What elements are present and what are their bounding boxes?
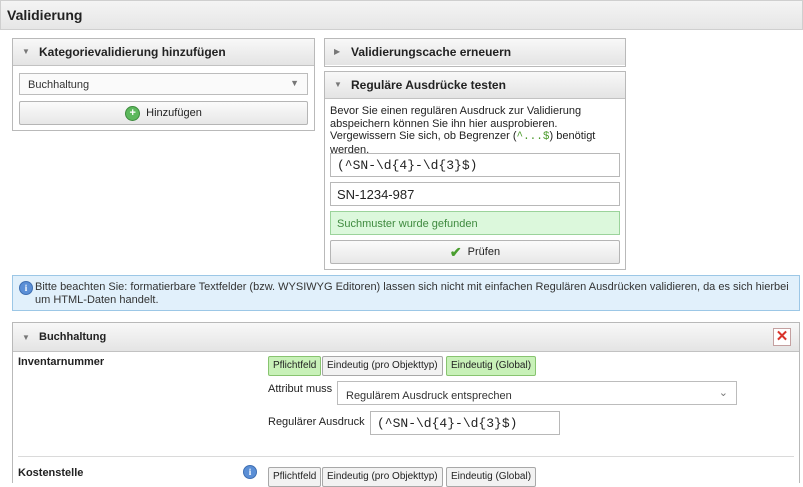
cache-renew-panel-title: Validierungscache erneuern xyxy=(351,45,512,59)
triangle-right-icon: ▶ xyxy=(334,47,341,56)
add-category-button-label: Hinzufügen xyxy=(146,107,202,119)
regex-result-text: Suchmuster wurde gefunden xyxy=(337,218,478,230)
field-name: Kostenstelle xyxy=(18,467,84,479)
unique-per-type-toggle[interactable]: Eindeutig (pro Objekttyp) xyxy=(322,467,443,487)
regex-test-panel: ▼ Reguläre Ausdrücke testen Bevor Sie ei… xyxy=(324,71,626,270)
page-header: Validierung xyxy=(0,0,803,30)
close-icon[interactable]: ✕ xyxy=(773,328,791,346)
cache-renew-panel: ▶ Validierungscache erneuern xyxy=(324,38,626,67)
notice-text: Bitte beachten Sie: formatierbare Textfe… xyxy=(35,281,789,306)
page-title: Validierung xyxy=(7,7,83,23)
attribute-must-label: Attribut muss xyxy=(268,383,333,395)
field-regex-value: (^SN-\d{4}-\d{3}$) xyxy=(377,416,518,431)
check-button[interactable]: ✔ Prüfen xyxy=(330,240,620,264)
mandatory-toggle[interactable]: Pflichtfeld xyxy=(268,467,322,487)
check-icon: ✔ xyxy=(449,243,462,260)
regex-test-panel-header[interactable]: ▼ Reguläre Ausdrücke testen xyxy=(325,72,625,99)
regex-test-string-value: SN-1234-987 xyxy=(337,187,415,202)
triangle-down-icon: ▼ xyxy=(22,47,30,56)
cache-renew-panel-header[interactable]: ▶ Validierungscache erneuern xyxy=(325,39,625,65)
field-regex-input[interactable]: (^SN-\d{4}-\d{3}$) xyxy=(370,411,560,435)
triangle-down-icon: ▼ xyxy=(22,333,30,342)
regex-label: Regulärer Ausdruck xyxy=(268,416,365,428)
plus-circle-icon: + xyxy=(125,105,141,121)
attribute-rule-select[interactable]: Regulärem Ausdruck entsprechen ⌄ xyxy=(337,381,737,405)
delimiter-code: ^...$ xyxy=(516,131,550,143)
field-divider xyxy=(18,456,794,457)
unique-global-toggle[interactable]: Eindeutig (Global) xyxy=(446,467,537,487)
regex-pattern-value: (^SN-\d{4}-\d{3}$) xyxy=(337,158,478,173)
attribute-rule-value: Regulärem Ausdruck entsprechen xyxy=(346,390,512,402)
category-select[interactable]: Buchhaltung ▼ xyxy=(19,73,308,95)
category-validation-panel-title: Kategorievalidierung hinzufügen xyxy=(39,45,226,59)
triangle-down-icon: ▼ xyxy=(334,80,342,89)
add-category-button[interactable]: + Hinzufügen xyxy=(19,101,308,125)
notice-box: i Bitte beachten Sie: formatierbare Text… xyxy=(12,275,800,311)
buchhaltung-panel-title: Buchhaltung xyxy=(39,331,107,343)
regex-test-string-input[interactable]: SN-1234-987 xyxy=(330,182,620,206)
regex-result-field: Suchmuster wurde gefunden xyxy=(330,211,620,235)
info-icon[interactable]: i xyxy=(243,465,257,479)
category-validation-panel-header[interactable]: ▼ Kategorievalidierung hinzufügen xyxy=(13,39,314,66)
category-select-value: Buchhaltung xyxy=(28,79,90,91)
regex-test-panel-title: Reguläre Ausdrücke testen xyxy=(351,78,506,92)
regex-test-description: Bevor Sie einen regulären Ausdruck zur V… xyxy=(330,105,596,156)
info-icon: i xyxy=(19,281,33,295)
mandatory-toggle[interactable]: Pflichtfeld xyxy=(268,356,322,376)
field-name: Inventarnummer xyxy=(18,356,105,368)
category-validation-panel: ▼ Kategorievalidierung hinzufügen Buchha… xyxy=(12,38,315,131)
buchhaltung-panel-header[interactable]: ▼ Buchhaltung xyxy=(13,323,799,352)
check-button-label: Prüfen xyxy=(467,246,501,258)
unique-per-type-toggle[interactable]: Eindeutig (pro Objekttyp) xyxy=(322,356,443,376)
chevron-down-icon: ▼ xyxy=(290,78,299,88)
regex-pattern-input[interactable]: (^SN-\d{4}-\d{3}$) xyxy=(330,153,620,177)
chevron-down-icon: ⌄ xyxy=(718,387,728,399)
unique-global-toggle[interactable]: Eindeutig (Global) xyxy=(446,356,537,376)
